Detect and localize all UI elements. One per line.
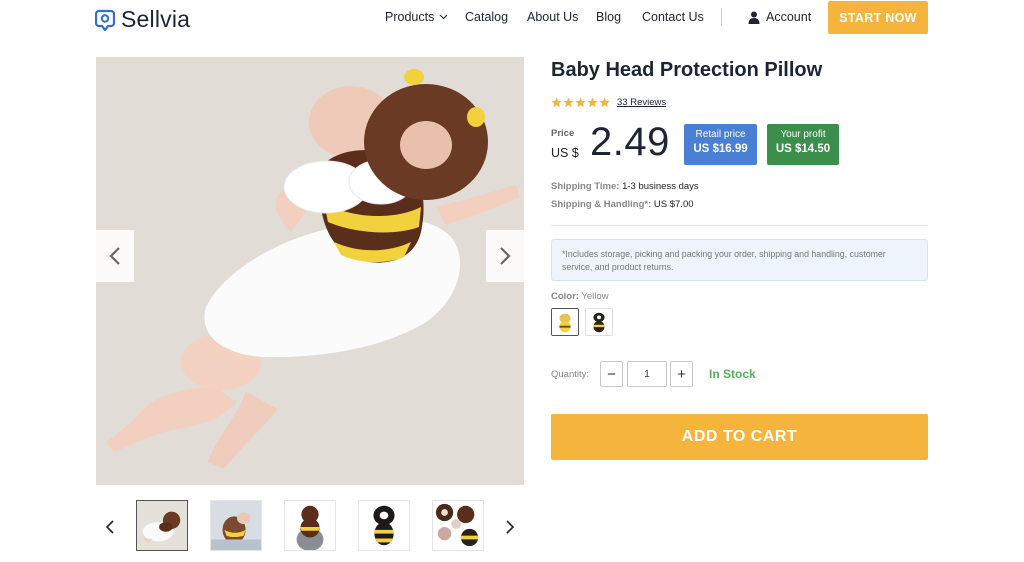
thumbnail-4[interactable] — [358, 500, 410, 551]
nav-divider — [721, 8, 722, 26]
thumbnail-image — [211, 501, 261, 550]
color-swatch-yellow[interactable] — [551, 308, 579, 336]
color-selection-label: Color: Yellow — [551, 291, 609, 302]
nav-catalog[interactable]: Catalog — [465, 10, 508, 24]
profit-value: US $14.50 — [775, 143, 831, 155]
account-label: Account — [766, 10, 812, 24]
shipping-time: Shipping Time: 1-3 business days — [551, 181, 699, 192]
account-link[interactable]: Account — [748, 10, 811, 24]
nav-products-label: Products — [385, 10, 435, 24]
image-next-button[interactable] — [486, 230, 524, 282]
chevron-left-icon — [109, 247, 120, 265]
thumbnail-image — [359, 501, 409, 550]
chevron-down-icon — [439, 14, 448, 20]
thumbnail-image — [433, 501, 483, 550]
stock-status: In Stock — [709, 367, 756, 381]
chevron-left-icon — [106, 520, 114, 534]
star-icon — [575, 97, 586, 108]
image-prev-button[interactable] — [96, 230, 134, 282]
thumbnail-2[interactable] — [210, 500, 262, 551]
price-currency: US $ — [551, 146, 579, 160]
thumbnail-image — [137, 501, 187, 550]
star-icon — [587, 97, 598, 108]
thumbnail-1[interactable] — [136, 500, 188, 551]
quantity-increment-button[interactable]: + — [670, 361, 693, 387]
shipping-time-value: 1-3 business days — [622, 181, 699, 192]
site-header: Sellvia Products Catalog About Us Blog C… — [0, 0, 1024, 36]
main-product-image[interactable] — [96, 57, 524, 485]
nav-about-us[interactable]: About Us — [527, 10, 578, 24]
quantity-decrement-button[interactable]: − — [600, 361, 623, 387]
product-title: Baby Head Protection Pillow — [551, 59, 823, 81]
thumbnail-3[interactable] — [284, 500, 336, 551]
shipping-time-label: Shipping Time: — [551, 181, 620, 192]
retail-price-badge: Retail price US $16.99 — [684, 124, 757, 165]
color-label: Color: — [551, 291, 579, 302]
brand-logo[interactable]: Sellvia — [95, 6, 190, 33]
reviews-link[interactable]: 33 Reviews — [617, 97, 666, 108]
color-swatch-black[interactable] — [585, 308, 613, 336]
price-label: Price — [551, 128, 575, 139]
thumbnail-next-button[interactable] — [503, 518, 517, 536]
swatch-image — [552, 309, 578, 335]
star-icon — [599, 97, 610, 108]
nav-products[interactable]: Products — [385, 10, 448, 24]
star-icon — [551, 97, 562, 108]
add-to-cart-button[interactable]: ADD TO CART — [551, 414, 928, 460]
thumbnail-5[interactable] — [432, 500, 484, 551]
product-photo — [96, 57, 524, 485]
retail-price-value: US $16.99 — [693, 143, 748, 155]
chevron-right-icon — [506, 520, 514, 534]
logo-pin-icon — [95, 9, 115, 31]
shipping-handling-label: Shipping & Handling*: — [551, 199, 652, 210]
divider — [551, 225, 928, 226]
user-icon — [748, 11, 760, 24]
color-value: Yellow — [581, 291, 609, 302]
shipping-note: *Includes storage, picking and packing y… — [551, 239, 928, 281]
profit-badge: Your profit US $14.50 — [767, 124, 839, 165]
chevron-right-icon — [500, 247, 511, 265]
quantity-input[interactable] — [627, 361, 667, 387]
shipping-handling: Shipping & Handling*: US $7.00 — [551, 199, 694, 210]
star-icon — [563, 97, 574, 108]
price-value: 2.49 — [590, 120, 670, 164]
star-rating — [551, 97, 611, 108]
shipping-handling-value: US $7.00 — [653, 199, 694, 210]
retail-price-label: Retail price — [695, 129, 746, 140]
profit-label: Your profit — [780, 129, 826, 140]
swatch-image — [586, 309, 612, 335]
brand-name: Sellvia — [121, 6, 191, 32]
thumbnail-prev-button[interactable] — [103, 518, 117, 536]
thumbnail-image — [285, 501, 335, 550]
nav-contact-us[interactable]: Contact Us — [642, 10, 704, 24]
quantity-label: Quantity: — [551, 369, 590, 380]
start-now-button[interactable]: START NOW — [828, 1, 928, 34]
nav-blog[interactable]: Blog — [596, 10, 621, 24]
